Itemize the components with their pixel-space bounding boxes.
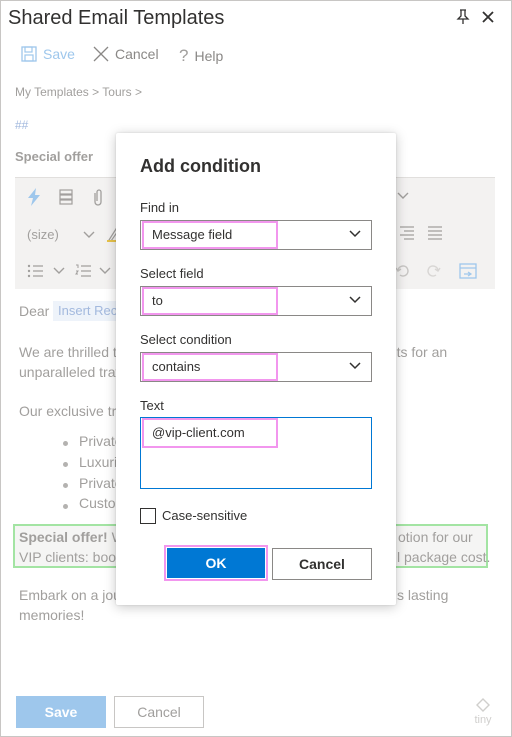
save-toolbar-label: Save <box>43 46 75 62</box>
offer-line-2-right: l package cost. <box>397 549 491 565</box>
template-stack-icon[interactable] <box>59 189 73 205</box>
select-condition-select[interactable]: contains <box>140 352 372 382</box>
help-toolbar-button[interactable]: ? Help <box>179 46 223 66</box>
chevron-down-icon <box>349 230 361 238</box>
chevron-down-icon <box>349 296 361 304</box>
attachment-icon[interactable] <box>92 188 104 206</box>
text-input[interactable]: @vip-client.com <box>140 417 372 489</box>
paragraph-1-line-2: unparalleled trav <box>19 364 123 380</box>
select-field-select[interactable]: to <box>140 286 372 316</box>
select-condition-value: contains <box>142 353 278 381</box>
tiny-logo-icon <box>476 698 490 712</box>
text-input-value: @vip-client.com <box>142 418 278 448</box>
case-sensitive-label[interactable]: Case-sensitive <box>162 508 247 523</box>
undo-icon[interactable] <box>395 263 411 279</box>
chevron-down-icon[interactable] <box>99 267 111 275</box>
select-field-value: to <box>142 287 278 315</box>
numbered-list-icon[interactable] <box>75 264 91 278</box>
chevron-down-icon[interactable] <box>397 192 409 200</box>
offer-line-1: Special offer! W <box>19 527 125 547</box>
cancel-x-icon <box>93 46 109 62</box>
help-toolbar-label: Help <box>194 48 224 64</box>
tiny-logo: tiny <box>471 698 495 726</box>
lightning-icon[interactable] <box>27 188 41 206</box>
list-bullet <box>63 504 68 509</box>
text-label: Text <box>140 398 164 413</box>
case-sensitive-checkbox[interactable] <box>140 508 156 524</box>
paragraph-2: Our exclusive tra <box>19 403 125 419</box>
template-name[interactable]: Special offer <box>15 149 93 164</box>
save-button[interactable]: Save <box>16 696 106 728</box>
closing-line-1-right: s lasting <box>397 587 449 603</box>
cancel-button[interactable]: Cancel <box>114 696 204 728</box>
add-condition-dialog: Add condition Find in Message field Sele… <box>116 133 396 605</box>
find-in-select[interactable]: Message field <box>140 220 372 250</box>
cancel-toolbar-label: Cancel <box>115 46 159 62</box>
insert-template-icon[interactable] <box>459 263 477 279</box>
close-icon[interactable] <box>481 10 495 24</box>
closing-line-1-left: Embark on a jou <box>19 587 121 603</box>
dialog-title: Add condition <box>140 156 261 176</box>
ok-button-highlight: OK <box>164 545 268 581</box>
chevron-down-icon[interactable] <box>83 231 95 239</box>
font-size-select[interactable]: (size) <box>27 227 59 242</box>
panel-title: Shared Email Templates <box>8 7 225 29</box>
find-in-label: Find in <box>140 200 180 215</box>
breadcrumb[interactable]: My Templates > Tours > <box>15 85 142 99</box>
offer-bold-text: Special offer! <box>19 529 108 545</box>
find-in-value: Message field <box>142 221 278 249</box>
select-condition-label: Select condition <box>140 332 232 347</box>
chevron-down-icon[interactable] <box>53 267 65 275</box>
template-shortcut[interactable]: ## <box>15 118 28 132</box>
dialog-cancel-button[interactable]: Cancel <box>272 548 372 580</box>
chevron-down-icon <box>349 362 361 370</box>
align-right-icon[interactable] <box>399 226 415 240</box>
bullet-list-icon[interactable] <box>27 264 43 278</box>
list-item: Luxuri <box>79 454 118 470</box>
paragraph-1-line-1-left: We are thrilled t <box>19 344 117 360</box>
list-bullet <box>63 483 68 488</box>
pin-icon[interactable] <box>456 9 470 25</box>
tiny-logo-text: tiny <box>474 714 492 726</box>
select-field-label: Select field <box>140 266 204 281</box>
save-icon <box>21 46 37 62</box>
help-icon: ? <box>179 46 189 65</box>
ok-button[interactable]: OK <box>167 548 265 578</box>
list-bullet <box>63 462 68 467</box>
list-bullet <box>63 441 68 446</box>
greeting-text: Dear <box>19 303 50 319</box>
offer-line-1-right: otion for our <box>398 529 473 545</box>
offer-line-2-left: VIP clients: book <box>19 549 124 565</box>
save-toolbar-button[interactable]: Save <box>21 46 75 62</box>
list-item: Custo <box>79 495 116 511</box>
cancel-toolbar-button[interactable]: Cancel <box>93 46 159 62</box>
redo-icon[interactable] <box>425 263 441 279</box>
insert-recipient-macro[interactable]: Insert Rec <box>53 301 123 321</box>
align-justify-icon[interactable] <box>427 226 443 240</box>
closing-line-2: memories! <box>19 607 85 623</box>
